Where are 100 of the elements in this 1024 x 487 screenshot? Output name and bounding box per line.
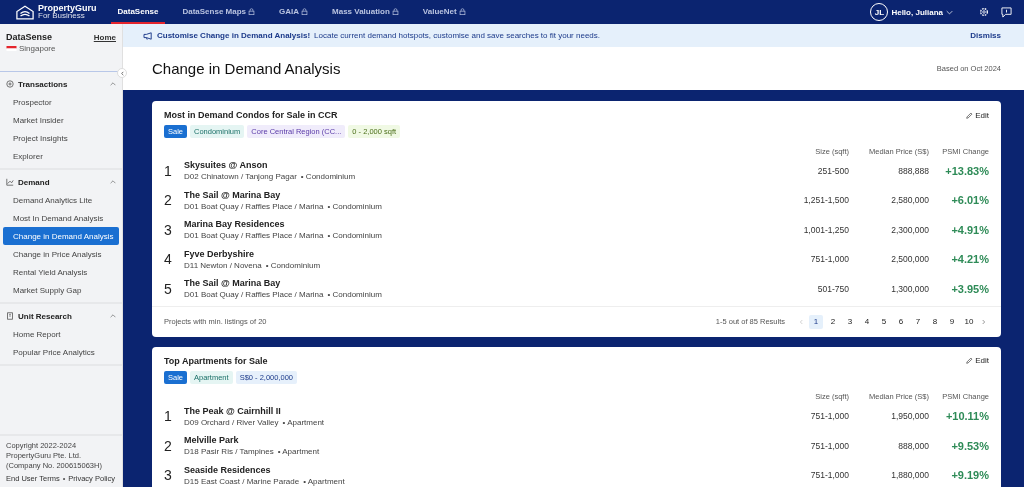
country-label: Singapore (19, 44, 56, 53)
property-type: • Apartment (282, 417, 325, 427)
chevron-down-icon (946, 9, 953, 15)
home-link[interactable]: Home (93, 32, 116, 42)
price-value: 888,000 (897, 440, 929, 451)
project-name[interactable]: The Sail @ Marina Bay (184, 189, 779, 200)
sidebar-item[interactable]: Most In Demand Analysis (3, 209, 119, 227)
page-number[interactable]: 1 (809, 314, 823, 329)
section-icon (6, 80, 14, 88)
flag-icon (6, 46, 17, 51)
collapse-sidebar-icon[interactable] (119, 70, 125, 76)
project-name[interactable]: Marina Bay Residences (184, 219, 779, 230)
district-text: D01 Boat Quay / Raffles Place / Marina (184, 290, 324, 300)
project-name[interactable]: The Sail @ Marina Bay (184, 278, 779, 289)
sidebar-item[interactable]: Market Supply Gap (3, 281, 119, 299)
logo-name: PropertyGuru (38, 5, 97, 12)
sidebar-item[interactable]: Prospector (3, 93, 119, 111)
change-value: +9.53% (950, 439, 989, 452)
section-header[interactable]: Unit Research (0, 307, 122, 325)
price-value: 2,580,000 (890, 195, 929, 206)
next-page-icon[interactable] (982, 318, 986, 325)
page-number[interactable]: 8 (928, 314, 942, 329)
project-name[interactable]: Seaside Residences (184, 464, 779, 475)
lock-icon (458, 7, 466, 15)
nav-tab[interactable]: ValueNet (415, 0, 473, 24)
size-value: 751-1,000 (809, 411, 849, 422)
size-value: 501-750 (816, 283, 849, 294)
size-value: 751-1,000 (809, 440, 849, 451)
edit-button[interactable]: Edit (966, 110, 989, 120)
price-value: 1,300,000 (890, 283, 929, 294)
district-text: D18 Pasir Ris / Tampines (184, 447, 274, 457)
sidebar-item[interactable]: Rental Yield Analysis (3, 263, 119, 281)
sidebar-item[interactable]: Change in Price Analysis (3, 245, 119, 263)
district-text: D01 Boat Quay / Raffles Place / Marina (184, 201, 324, 211)
rank-number: 2 (164, 192, 173, 209)
property-type: • Apartment (277, 447, 320, 457)
page-number[interactable]: 5 (877, 314, 891, 329)
nav-tab[interactable]: Mass Valuation (325, 0, 406, 24)
change-value: +10.11% (944, 410, 989, 423)
price-value: 1,880,000 (890, 470, 929, 481)
sidebar-item[interactable]: Popular Price Analytics (3, 343, 119, 361)
page-number[interactable]: 2 (826, 314, 840, 329)
size-value: 1,001-1,250 (802, 224, 849, 235)
sidebar-item[interactable]: Home Report (3, 325, 119, 343)
sidebar-item[interactable]: Market Insider (3, 111, 119, 129)
pencil-icon (966, 111, 974, 119)
district-text: D09 Orchard / River Valley (184, 417, 279, 427)
change-value: +4.91% (950, 223, 989, 236)
change-value: +6.01% (950, 194, 989, 207)
page-number[interactable]: 4 (860, 314, 874, 329)
card-title: Top Apartments for Sale (164, 355, 268, 366)
section-icon (6, 178, 14, 186)
sidebar-item[interactable]: Change in Demand Analysis (3, 227, 119, 245)
change-value: +9.19% (950, 469, 989, 482)
nav-tab[interactable]: GAIA (272, 0, 316, 24)
sidebar-item[interactable]: Demand Analytics Lite (3, 191, 119, 209)
price-value: 2,300,000 (890, 224, 929, 235)
change-value: +3.95% (950, 282, 989, 295)
size-value: 1,251-1,500 (802, 195, 849, 206)
page-number[interactable]: 10 (962, 314, 976, 329)
lock-icon (391, 7, 399, 15)
page-title: Change in Demand Analysis (152, 60, 342, 77)
sidebar-title: DataSense (6, 32, 53, 42)
size-value: 751-1,000 (809, 254, 849, 265)
property-type: • Condominium (327, 290, 382, 300)
megaphone-icon (143, 31, 153, 40)
change-value: +4.21% (950, 253, 989, 266)
change-value: +13.83% (944, 164, 989, 177)
page-number[interactable]: 6 (894, 314, 908, 329)
size-value: 251-500 (816, 165, 849, 176)
price-value: 1,950,000 (890, 411, 929, 422)
feedback-icon[interactable] (1001, 6, 1012, 18)
logo-subtitle: For Business (38, 12, 85, 19)
size-value: 751-1,000 (809, 470, 849, 481)
user-menu[interactable]: JL Hello, Juliana (870, 3, 953, 21)
property-type: • Apartment (303, 476, 345, 486)
section-icon (6, 312, 14, 320)
page-number[interactable]: 7 (911, 314, 925, 329)
project-name[interactable]: Fyve Derbyshire (184, 248, 779, 259)
nav-tab[interactable]: DataSense Maps (175, 0, 263, 24)
settings-icon[interactable] (979, 7, 989, 17)
project-name[interactable]: Skysuites @ Anson (184, 160, 779, 171)
property-type: • Condominium (300, 172, 356, 182)
project-name[interactable]: Melville Park (184, 435, 779, 446)
rank-number: 2 (164, 437, 173, 454)
project-name[interactable]: The Peak @ Cairnhill II (184, 405, 779, 416)
section-header[interactable]: Demand (0, 173, 122, 191)
property-type: • Condominium (327, 201, 382, 211)
rank-number: 5 (164, 280, 173, 297)
rank-number: 1 (164, 162, 173, 179)
banner-text: Locate current demand hotspots, customise and save searches to fit your needs. (314, 31, 600, 40)
rank-number: 3 (164, 467, 173, 484)
page-number[interactable]: 9 (945, 314, 959, 329)
page-number[interactable]: 3 (843, 314, 857, 329)
section-header[interactable]: Transactions (0, 75, 122, 93)
dismiss-button[interactable]: Dismiss (970, 31, 1001, 40)
price-value: 888,888 (897, 165, 929, 176)
sidebar-item[interactable]: Project Insights (3, 129, 119, 147)
edit-button[interactable]: Edit (966, 356, 989, 365)
sidebar-item[interactable]: Explorer (3, 147, 119, 165)
